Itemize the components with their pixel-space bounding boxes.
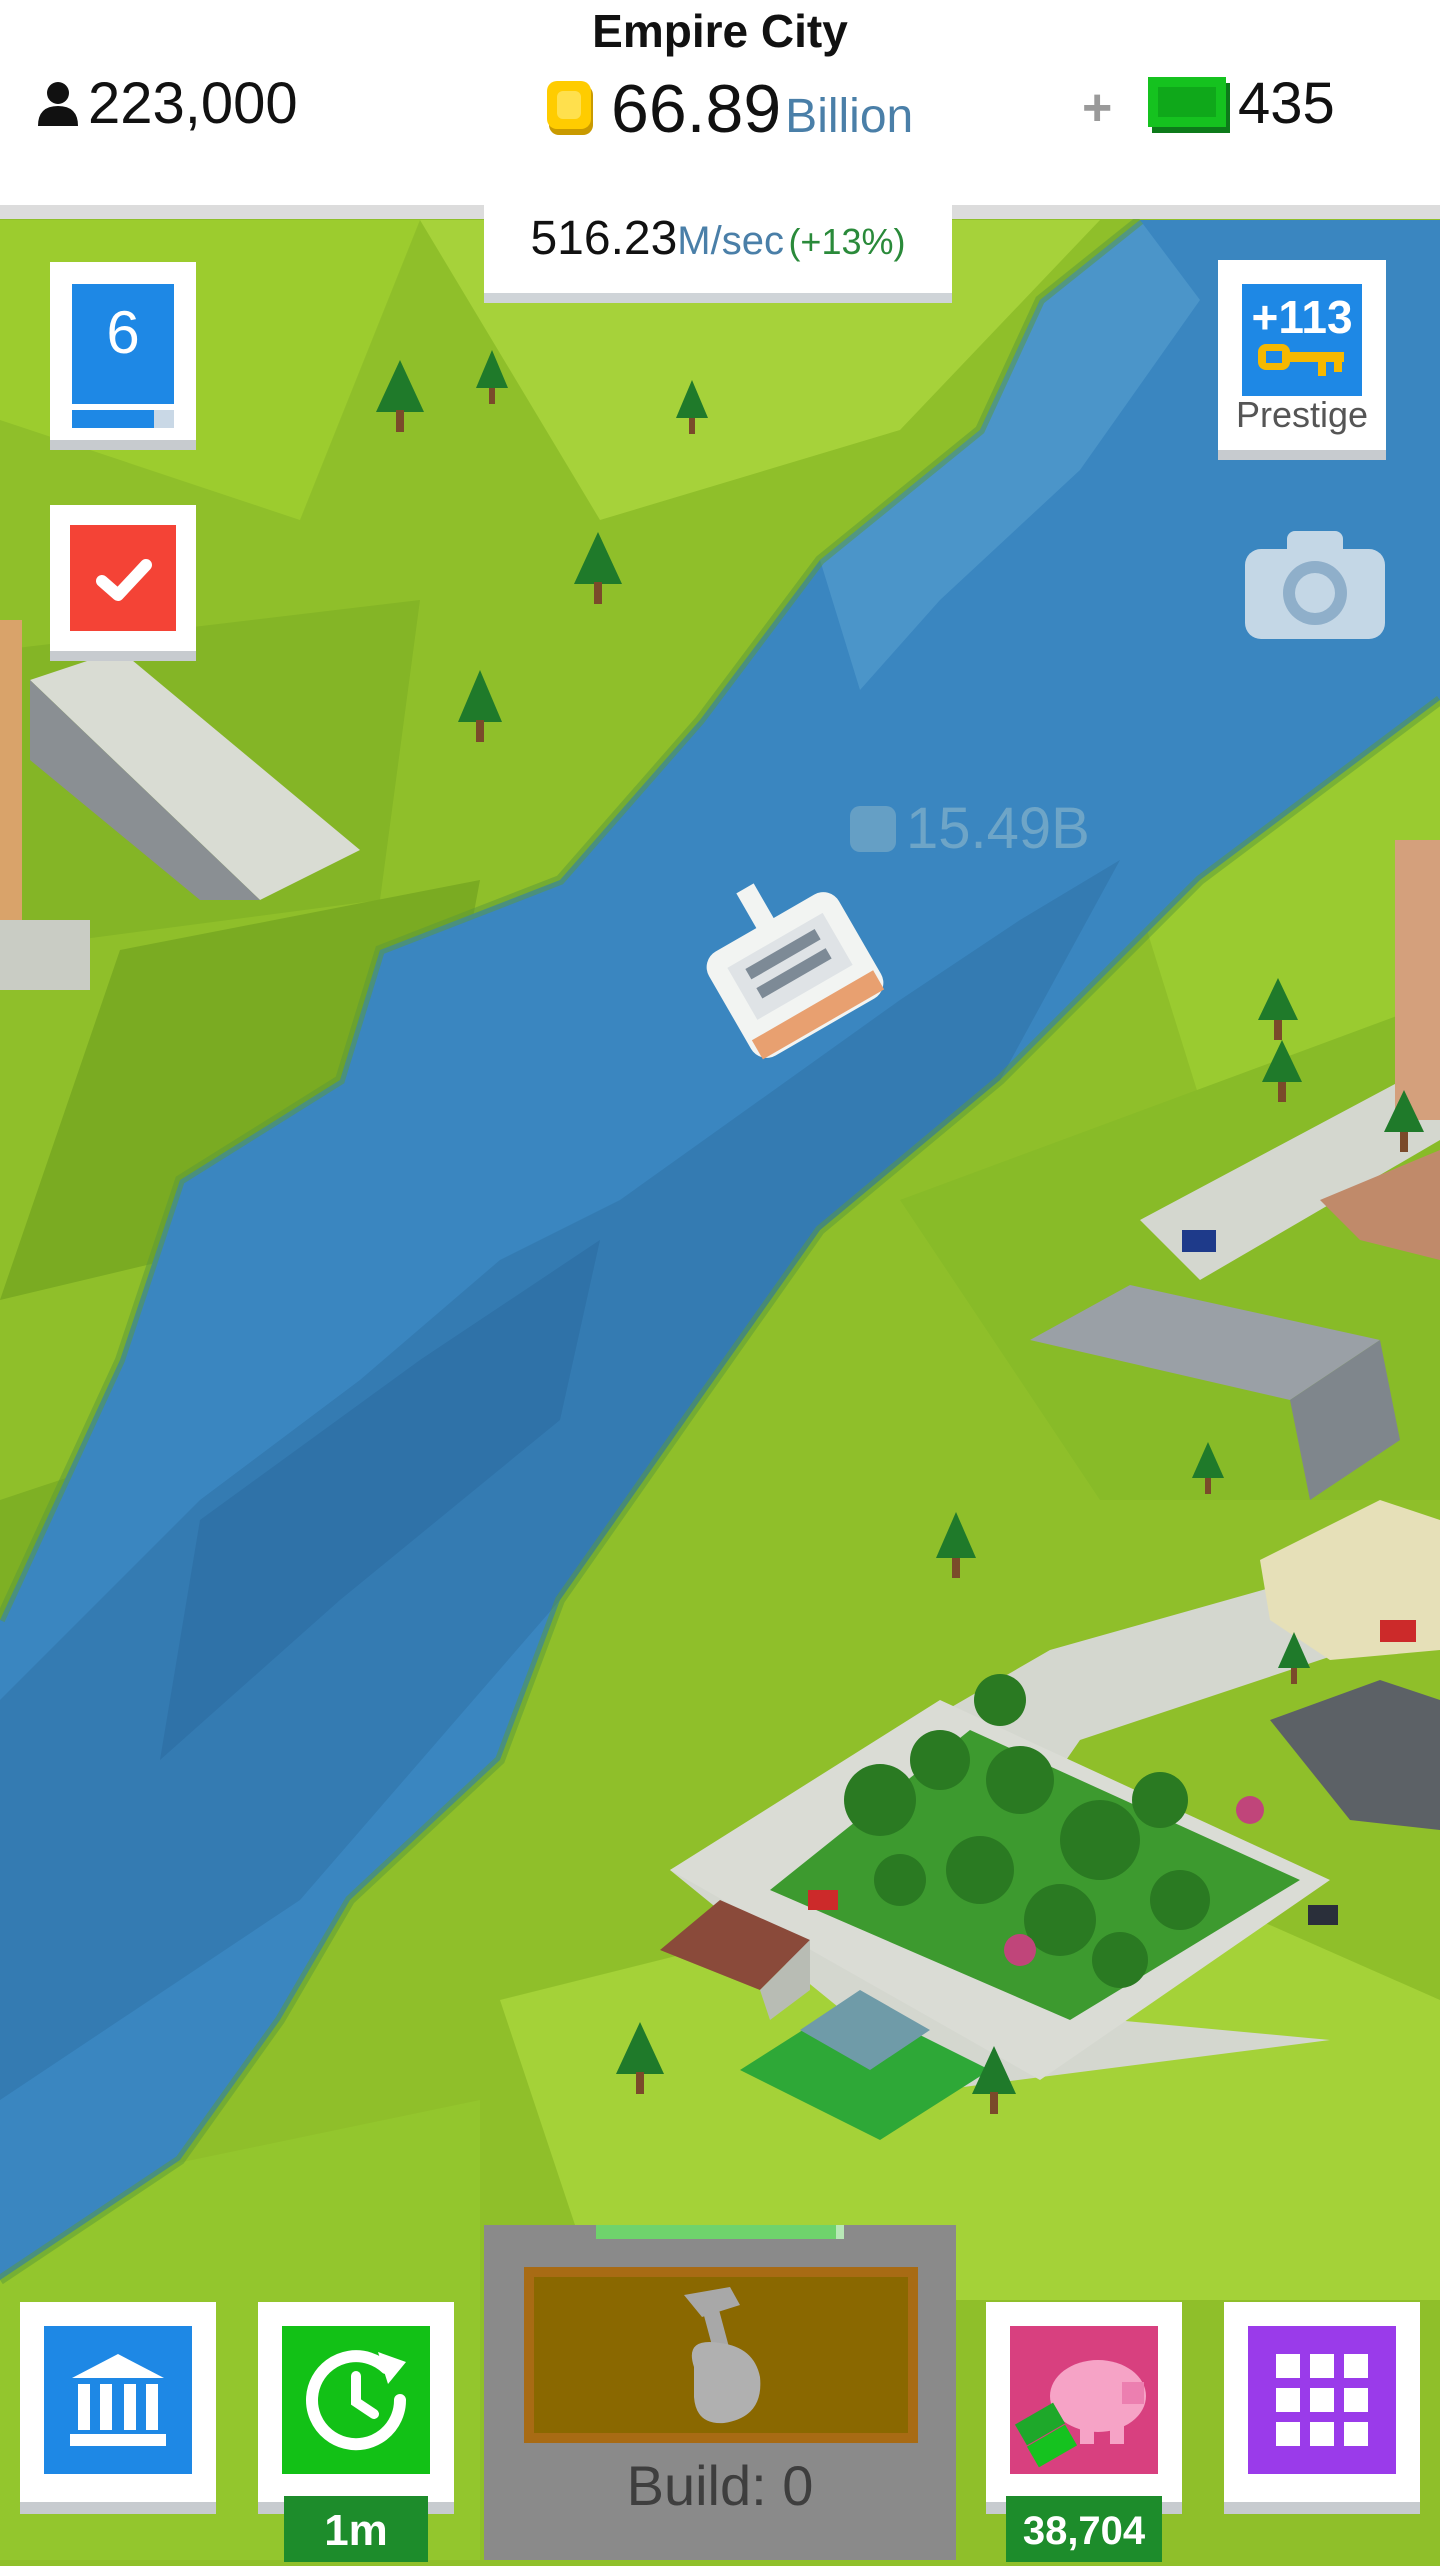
money-amount: 66.89	[611, 71, 782, 147]
prestige-label: Prestige	[1235, 394, 1369, 435]
tasks-badge	[70, 525, 176, 631]
clock-refresh-icon	[306, 2350, 407, 2451]
piggy-bank-icon	[1014, 2360, 1146, 2468]
piggy-bank-value: 38,704	[1006, 2496, 1162, 2562]
income-rate-tab[interactable]: 516.23M/sec (+13%)	[484, 205, 952, 293]
coin-icon	[547, 81, 593, 135]
cash-bill-icon	[1148, 76, 1230, 133]
cash-value: 435	[1238, 71, 1335, 136]
income-amount: 516.23	[530, 212, 678, 265]
checkmark-icon	[96, 559, 152, 601]
time-boost-badge	[282, 2326, 430, 2474]
build-label: Build: 0	[626, 2454, 814, 2517]
camera-icon[interactable]	[1245, 527, 1385, 639]
piggy-bank-badge	[1010, 2326, 1158, 2474]
museum-button[interactable]	[20, 2302, 216, 2502]
time-boost-button[interactable]: 1m	[258, 2302, 454, 2562]
money-unit: Billion	[785, 90, 914, 143]
top-resource-bar: Empire City 223,000 66.89 Billion + 435	[0, 0, 1440, 219]
level-progress-bar	[72, 410, 174, 428]
prestige-badge: +113	[1242, 284, 1362, 396]
add-cash-button[interactable]: +	[1082, 78, 1112, 138]
cash-display: 435	[1148, 70, 1335, 137]
time-boost-label: 1m	[284, 2496, 428, 2562]
income-unit: M/sec	[677, 219, 784, 263]
museum-icon	[70, 2354, 166, 2446]
grid-menu-icon	[1276, 2354, 1368, 2446]
income-bonus: (+13%)	[788, 221, 906, 262]
build-progress-end	[836, 2225, 844, 2239]
money-display: 66.89 Billion	[545, 70, 913, 148]
menu-grid-badge	[1248, 2326, 1396, 2474]
person-icon	[38, 81, 78, 126]
build-button[interactable]: Build: 0	[484, 2225, 956, 2560]
prestige-button[interactable]: +113 Prestige	[1218, 260, 1386, 450]
level-button[interactable]: 6	[50, 262, 196, 440]
coin-icon	[850, 805, 896, 852]
population-display: 223,000	[36, 70, 298, 137]
build-progress-bar	[596, 2225, 836, 2239]
level-badge: 6	[72, 284, 174, 404]
level-value: 6	[106, 299, 140, 366]
tasks-button[interactable]	[50, 505, 196, 651]
hammer-hand-icon	[684, 2287, 761, 2424]
key-icon	[1258, 344, 1344, 376]
menu-grid-button[interactable]	[1224, 2302, 1420, 2502]
population-value: 223,000	[88, 71, 298, 136]
floating-income-value: 15.49B	[906, 796, 1090, 861]
museum-badge	[44, 2326, 192, 2474]
level-progress-fill	[72, 410, 154, 428]
piggy-bank-button[interactable]: 38,704	[986, 2302, 1182, 2562]
floating-income-popup: 15.49B	[850, 795, 1090, 862]
city-name[interactable]: Empire City	[0, 4, 1440, 58]
build-panel	[524, 2267, 918, 2443]
